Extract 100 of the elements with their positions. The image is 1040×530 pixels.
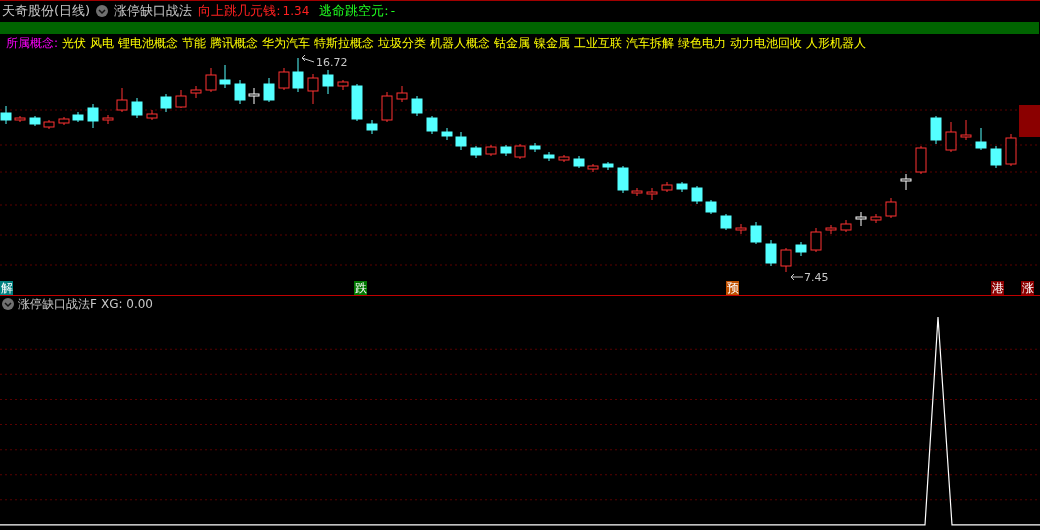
candlestick xyxy=(573,155,585,169)
candlestick xyxy=(870,213,882,224)
candlestick xyxy=(661,181,673,193)
candlestick xyxy=(617,165,629,194)
concept-tag: 机器人概念 xyxy=(430,34,491,52)
concept-tag: 绿色电力 xyxy=(678,34,727,52)
candlestick xyxy=(292,57,304,93)
concept-tag: 华为汽车 xyxy=(262,34,311,52)
candlestick xyxy=(735,223,747,235)
candlestick xyxy=(455,131,467,151)
gap-up-label: 向上跳几元钱: xyxy=(198,1,281,20)
candlestick xyxy=(750,221,762,245)
candlestick xyxy=(87,103,99,129)
candlestick xyxy=(990,145,1002,169)
low-marker-icon xyxy=(790,273,804,281)
candlestick xyxy=(900,173,912,191)
candlestick xyxy=(765,239,777,267)
candlestick xyxy=(646,187,658,201)
candlestick xyxy=(248,87,260,105)
candlestick xyxy=(381,91,393,123)
candlestick xyxy=(915,145,927,175)
high-price-label: 16.72 xyxy=(316,56,348,69)
candlestick xyxy=(945,121,957,153)
candlestick xyxy=(960,119,972,141)
candlestick xyxy=(0,105,12,125)
signal-badge: 解 xyxy=(0,281,13,295)
candlestick xyxy=(411,95,423,117)
concept-tag: 动力电池回收 xyxy=(730,34,803,52)
candlestick xyxy=(529,142,541,153)
concept-tag: 腾讯概念 xyxy=(210,34,259,52)
candlestick xyxy=(396,85,408,103)
candlestick xyxy=(780,247,792,273)
dropdown-icon[interactable] xyxy=(2,298,14,310)
candlestick xyxy=(795,241,807,257)
concept-tag: 风电 xyxy=(90,34,115,52)
candlestick xyxy=(885,197,897,219)
escape-gap-label: 逃命跳空元: xyxy=(319,1,389,20)
candlestick xyxy=(14,115,26,123)
candlestick xyxy=(263,77,275,103)
concept-tag: 钴金属 xyxy=(494,34,531,52)
candlestick xyxy=(234,79,246,105)
candlestick xyxy=(1005,133,1017,167)
subpanel-title: 涨停缺口战法F xyxy=(18,296,97,313)
concept-tag: 特斯拉概念 xyxy=(314,34,375,52)
candlestick xyxy=(705,199,717,215)
candlestick xyxy=(190,85,202,99)
candlestick xyxy=(175,89,187,109)
gap-up-value: 1.34 xyxy=(282,2,310,20)
candlestick xyxy=(29,115,41,127)
concept-tag: 光伏 xyxy=(62,34,87,52)
candlestick xyxy=(514,143,526,160)
concept-tag: 人形机器人 xyxy=(806,34,867,52)
candlestick xyxy=(441,127,453,141)
candlestick xyxy=(676,181,688,193)
candlestick xyxy=(322,69,334,95)
candlestick xyxy=(558,154,570,163)
subpanel-reading: XG: 0.00 xyxy=(100,296,153,313)
candlestick xyxy=(131,97,143,119)
concept-tag: 节能 xyxy=(182,34,207,52)
candlestick xyxy=(72,111,84,123)
candlestick xyxy=(219,64,231,89)
candlestick xyxy=(102,114,114,125)
concept-tag: 垃圾分类 xyxy=(378,34,427,52)
indicator-name: 涨停缺口战法 xyxy=(114,1,193,20)
signal-badge: 跌 xyxy=(354,281,367,295)
candlestick xyxy=(160,93,172,113)
signal-badge: 港 xyxy=(991,281,1004,295)
concept-tag: 工业互联 xyxy=(574,34,623,52)
dropdown-icon[interactable] xyxy=(96,4,109,17)
candlestick xyxy=(43,119,55,130)
candlestick xyxy=(58,116,70,126)
escape-gap-value: - xyxy=(390,2,395,20)
candlestick xyxy=(307,73,319,105)
high-marker-icon xyxy=(301,54,315,63)
candlestick xyxy=(691,185,703,205)
candlestick xyxy=(720,213,732,231)
candlestick xyxy=(351,83,363,122)
concept-tag: 镍金属 xyxy=(534,34,571,52)
candlestick xyxy=(485,144,497,157)
candlestick xyxy=(810,227,822,253)
candlestick xyxy=(470,145,482,159)
candlestick xyxy=(146,109,158,121)
concept-tag: 汽车拆解 xyxy=(626,34,675,52)
low-price-label: 7.45 xyxy=(804,271,829,282)
candlestick xyxy=(543,151,555,162)
candlestick xyxy=(205,67,217,93)
candlestick xyxy=(825,224,837,235)
candlestick xyxy=(500,144,512,157)
candlestick xyxy=(1019,105,1040,137)
candlestick xyxy=(426,115,438,135)
candlestick xyxy=(278,67,290,91)
candlestick xyxy=(337,79,349,91)
candlestick xyxy=(116,87,128,113)
signal-badge: 预 xyxy=(726,281,739,295)
signal-badge: 涨 xyxy=(1021,281,1034,295)
concepts-label: 所属概念: xyxy=(6,35,59,52)
candlestick xyxy=(930,115,942,145)
concept-tag: 锂电池概念 xyxy=(118,34,179,52)
candlestick xyxy=(366,119,378,135)
candlestick xyxy=(602,161,614,171)
